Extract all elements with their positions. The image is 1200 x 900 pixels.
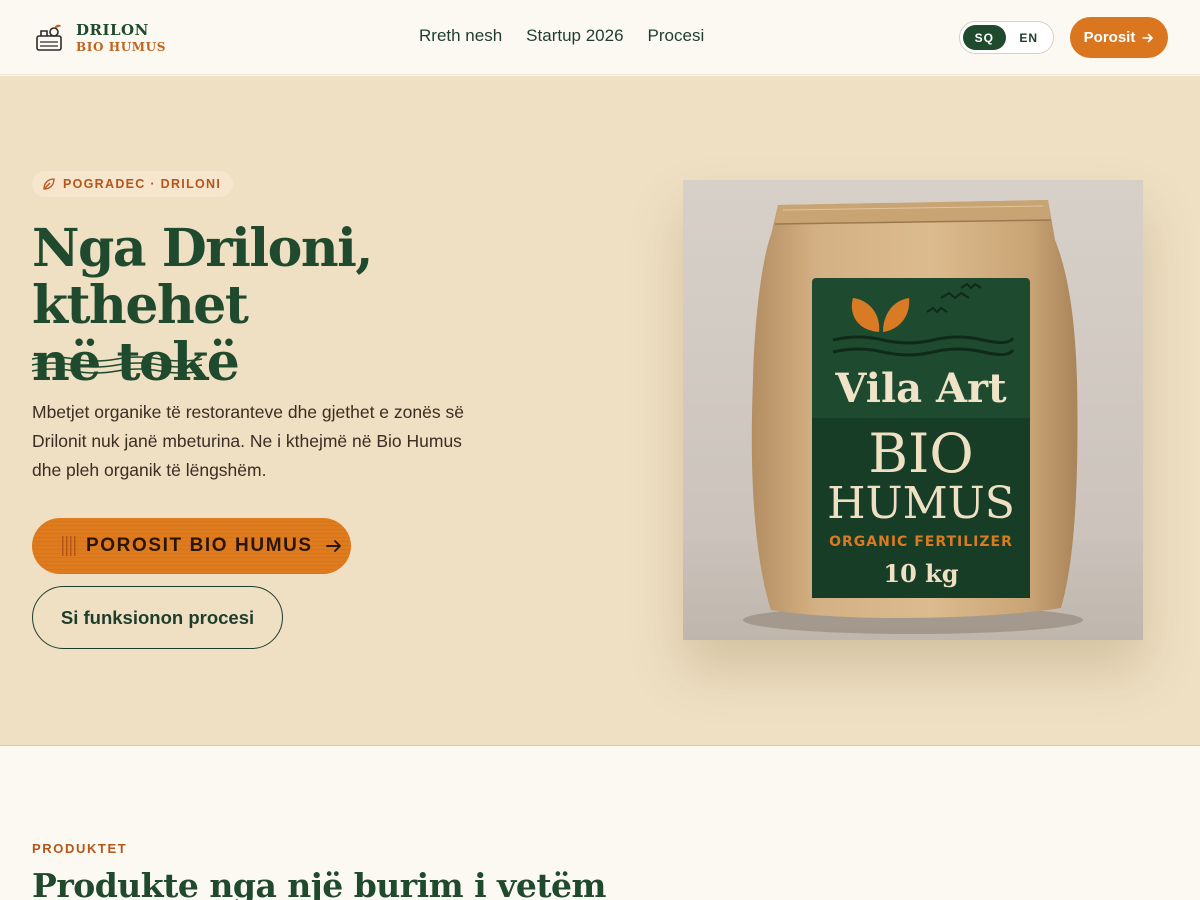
hero-section: POGRADEC · DRILONI Nga Driloni, kthehet … [0, 76, 1200, 746]
products-eyebrow: PRODUKTET [32, 841, 128, 856]
location-badge: POGRADEC · DRILONI [32, 171, 234, 197]
hero-title-line-1: Nga Driloni, kthehet [32, 218, 374, 336]
order-bio-humus-label: POROSIT BIO HUMUS [86, 535, 313, 556]
product-image: Vila Art BIO HUMUS ORGANIC FERTILIZER 10… [683, 180, 1143, 640]
how-process-works-button[interactable]: Si funksionon procesi [32, 586, 283, 649]
bag-weight: 10 kg [883, 559, 958, 588]
nav-link-procesi[interactable]: Procesi [648, 26, 705, 46]
product-bag-illustration: Vila Art BIO HUMUS ORGANIC FERTILIZER 10… [683, 200, 1143, 640]
bag-title-line-2: HUMUS [827, 478, 1015, 529]
bag-brand-text: Vila Art [834, 365, 1007, 412]
brand-logo[interactable]: DRILON BIO HUMUS [34, 20, 166, 56]
brand-name: DRILON [76, 21, 149, 39]
arrow-right-icon [1142, 33, 1154, 42]
lang-option-en[interactable]: EN [1008, 25, 1051, 50]
main-nav: Rreth nesh Startup 2026 Procesi [419, 26, 704, 46]
site-header: DRILON BIO HUMUS Rreth nesh Startup 2026… [0, 0, 1200, 75]
location-badge-text: POGRADEC · DRILONI [63, 177, 222, 191]
bag-title-line-1: BIO [868, 422, 973, 485]
stripes-icon [62, 536, 76, 556]
header-order-label: Porosit [1083, 29, 1136, 46]
leaf-icon [43, 178, 55, 190]
hero-description: Mbetjet organike të restoranteve dhe gje… [32, 402, 464, 480]
nav-link-rreth-nesh[interactable]: Rreth nesh [419, 26, 502, 46]
nav-link-startup-2026[interactable]: Startup 2026 [526, 26, 623, 46]
lang-option-sq[interactable]: SQ [963, 25, 1006, 50]
brand-subname: BIO HUMUS [76, 40, 167, 54]
arrow-right-icon [325, 540, 341, 552]
header-order-button[interactable]: Porosit [1070, 17, 1168, 58]
waves-divider-icon [31, 356, 203, 374]
products-title: Produkte nga një burim i vetëm [32, 866, 606, 900]
bag-subtitle: ORGANIC FERTILIZER [829, 534, 1013, 550]
language-switcher: SQ EN [959, 21, 1054, 54]
order-bio-humus-button[interactable]: POROSIT BIO HUMUS [32, 518, 351, 574]
logo-icon [36, 24, 62, 51]
